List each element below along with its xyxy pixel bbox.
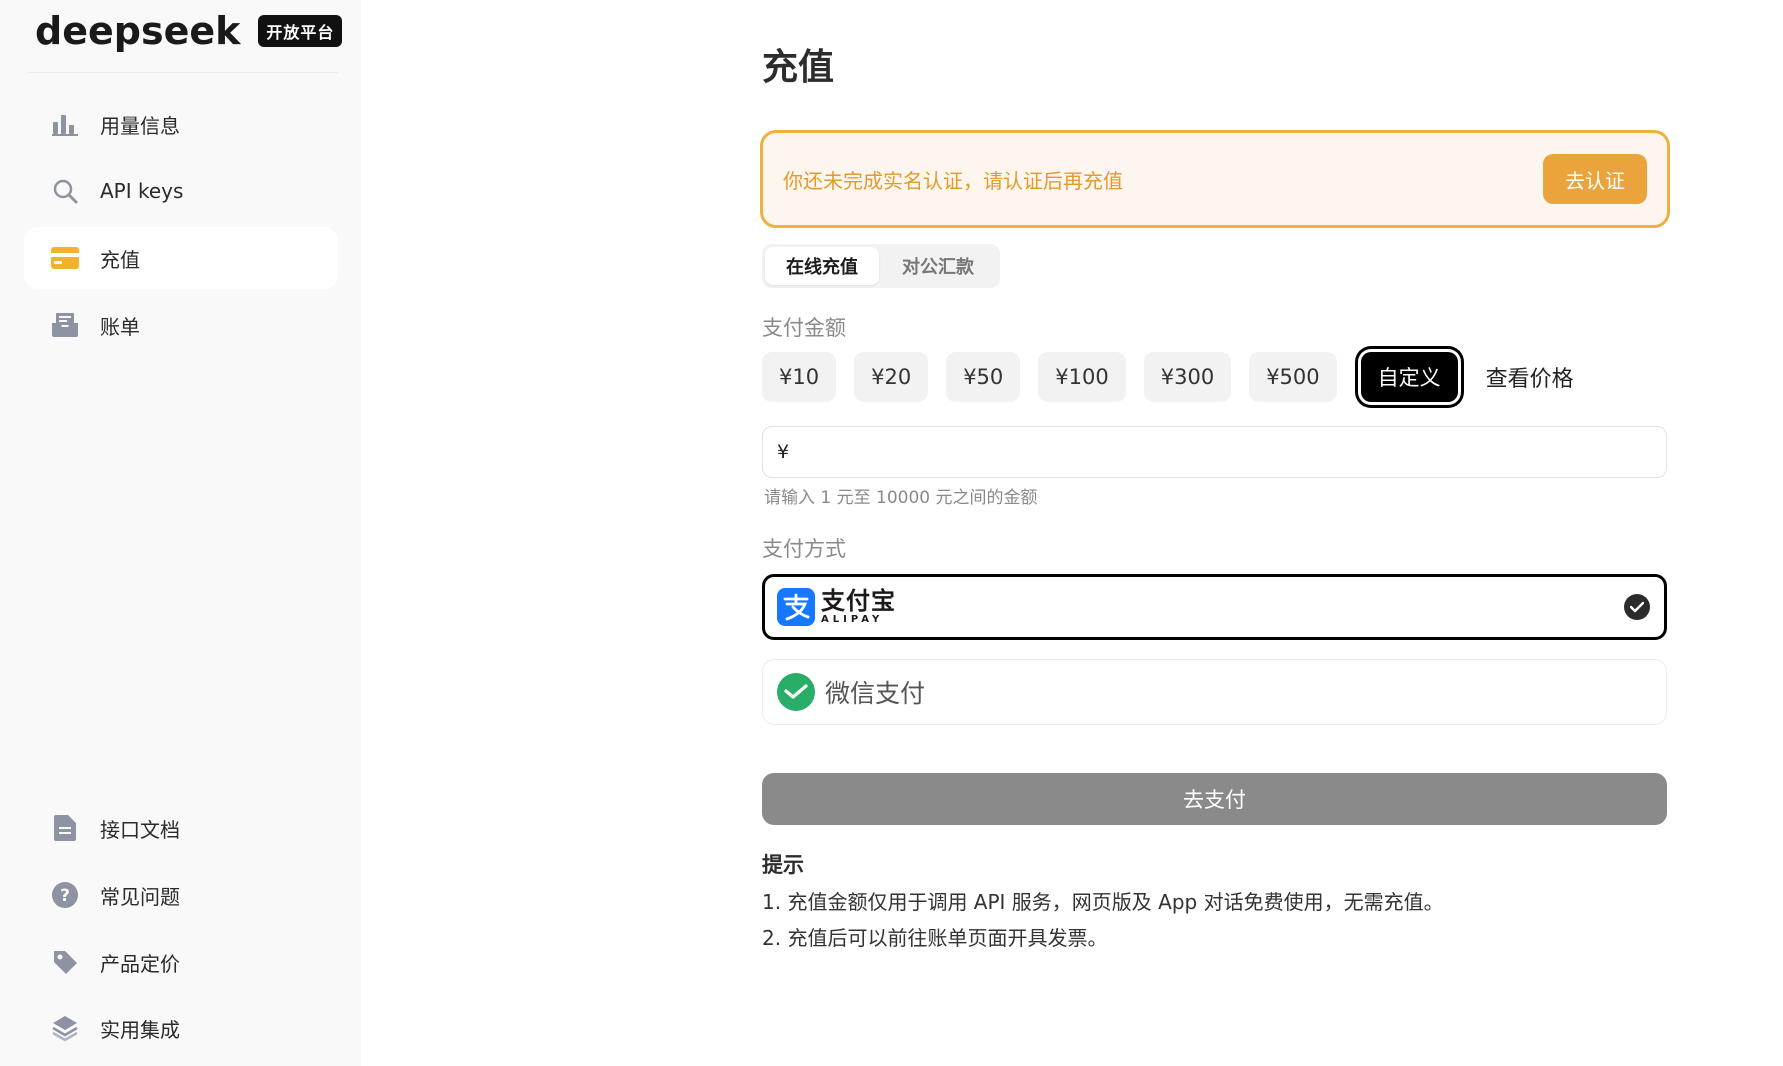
tip-line: 1. 充值金额仅用于调用 API 服务，网页版及 App 对话免费使用，无需充值… [762,890,1444,914]
custom-amount-field: ¥ [762,426,1667,478]
check-circle-icon [1624,594,1650,620]
page-title: 充值 [762,47,835,88]
payment-section-label: 支付方式 [762,537,846,561]
inbox-icon [50,310,80,340]
logo-text: deepseek [35,9,241,53]
amount-option-10[interactable]: ¥10 [762,352,837,402]
alert-message: 你还未完成实名认证，请认证后再充值 [783,168,1123,193]
payment-tabs: 在线充值 对公汇款 [762,244,1000,288]
wechat-pay-label: 微信支付 [825,679,926,708]
alipay-wordmark: 支付宝 ALIPAY [821,589,896,625]
tab-online-recharge[interactable]: 在线充值 [765,247,879,285]
currency-symbol: ¥ [777,441,790,463]
custom-amount-input[interactable] [789,427,1666,477]
sidebar-item-label: 常见问题 [100,884,180,909]
sidebar-item-integrations[interactable]: 实用集成 [24,997,338,1059]
bar-chart-icon [50,109,80,139]
verification-alert: 你还未完成实名认证，请认证后再充值 去认证 [760,130,1670,228]
amount-section-label: 支付金额 [762,316,846,340]
sidebar-item-label: 充值 [100,247,140,272]
tag-icon [50,947,80,977]
verify-button[interactable]: 去认证 [1543,154,1647,204]
svg-text:?: ? [60,886,70,906]
sidebar-item-label: 接口文档 [100,817,180,842]
tips-title: 提示 [762,853,804,877]
sidebar-item-docs[interactable]: 接口文档 [24,797,338,859]
sidebar-item-label: API keys [100,179,184,203]
layers-icon [50,1013,80,1043]
divider [28,72,338,73]
alipay-name-en: ALIPAY [821,614,884,625]
amount-option-300[interactable]: ¥300 [1143,352,1232,402]
view-pricing-link[interactable]: 查看价格 [1486,361,1574,393]
sidebar-item-recharge[interactable]: 充值 [24,227,338,289]
wallet-icon [50,243,80,273]
payment-option-wechat[interactable]: 微信支付 [762,659,1667,725]
question-icon: ? [50,880,80,910]
alipay-icon [777,588,815,626]
brand-logo[interactable]: deepseek 开放平台 [35,6,343,56]
platform-badge: 开放平台 [258,15,343,47]
tab-bank-transfer[interactable]: 对公汇款 [879,247,997,285]
sidebar-item-bills[interactable]: 账单 [24,294,338,356]
alipay-name: 支付宝 [821,587,896,615]
wechat-pay-icon [777,673,815,711]
amount-hint: 请输入 1 元至 10000 元之间的金额 [764,488,1038,508]
payment-option-alipay[interactable]: 支付宝 ALIPAY [762,574,1667,640]
pay-button[interactable]: 去支付 [762,773,1667,825]
sidebar-item-label: 账单 [100,314,140,339]
amount-option-100[interactable]: ¥100 [1038,352,1126,402]
sidebar-item-usage[interactable]: 用量信息 [24,93,338,155]
amount-option-20[interactable]: ¥20 [854,352,929,402]
sidebar-item-label: 用量信息 [100,113,180,138]
sidebar-item-faq[interactable]: ? 常见问题 [24,864,338,926]
tip-line: 2. 充值后可以前往账单页面开具发票。 [762,926,1108,950]
document-icon [50,813,80,843]
amount-options: ¥10 ¥20 ¥50 ¥100 ¥300 ¥500 自定义 查看价格 [762,352,1574,402]
search-icon [50,176,80,206]
sidebar-item-pricing[interactable]: 产品定价 [24,931,338,993]
sidebar-item-label: 实用集成 [100,1017,180,1042]
amount-option-500[interactable]: ¥500 [1249,352,1337,402]
sidebar: deepseek 开放平台 用量信息 API keys 充值 账单 接口文档 ?… [0,0,361,1066]
amount-option-custom[interactable]: 自定义 [1360,352,1458,402]
sidebar-item-api-keys[interactable]: API keys [24,160,338,222]
amount-option-50[interactable]: ¥50 [946,352,1021,402]
sidebar-item-label: 产品定价 [100,951,180,976]
